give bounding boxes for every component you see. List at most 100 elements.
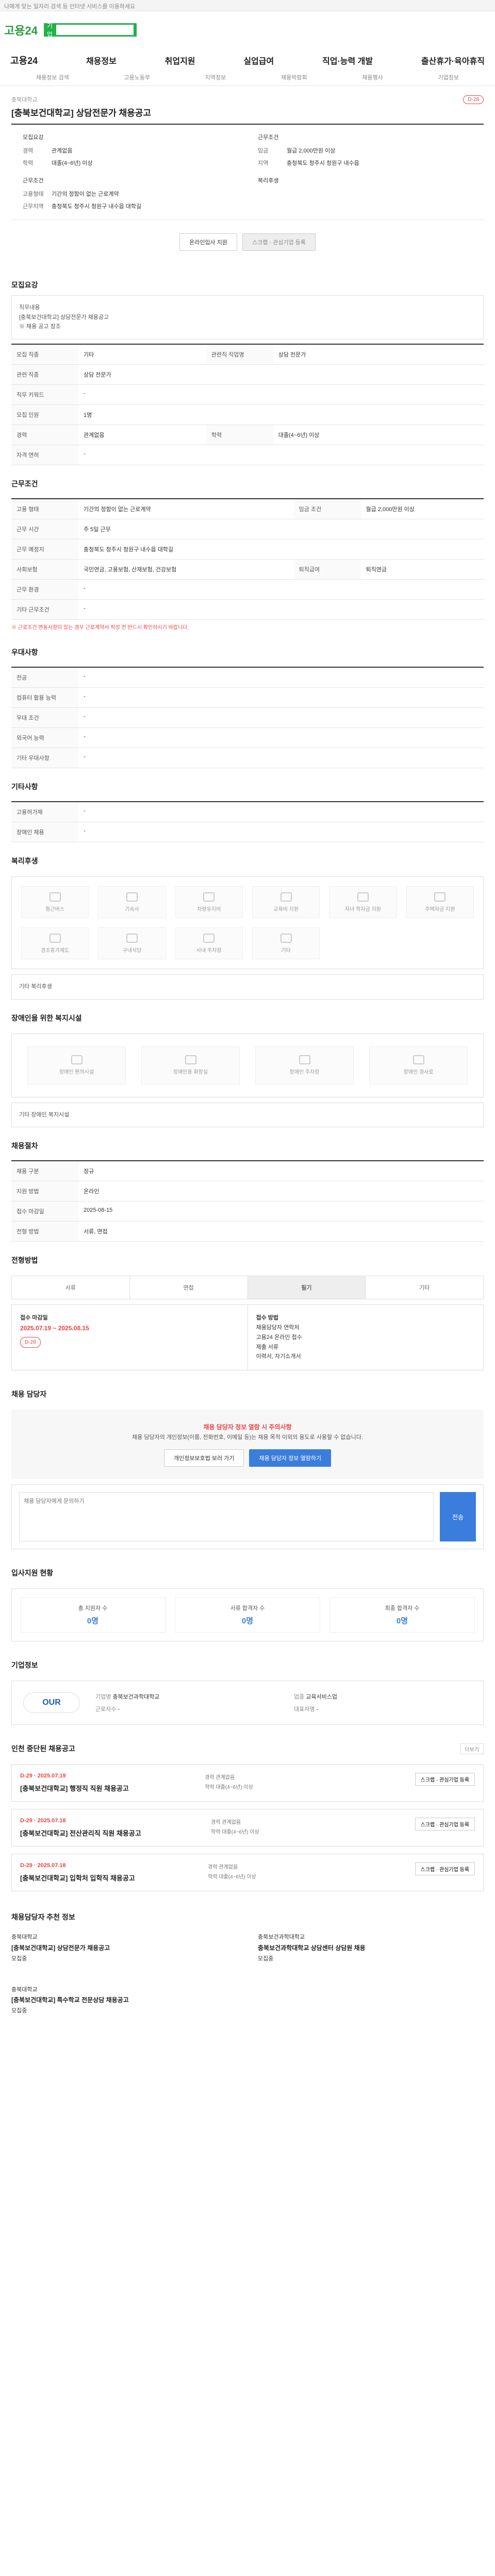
section-title-etc: 기타사항 [11, 783, 38, 791]
subnav-item[interactable]: 지역정보 [205, 73, 226, 81]
summary-value: 충청북도 청주시 청원구 내수읍 대학길 [52, 204, 142, 210]
recommend-item[interactable]: 충북보건과학대학교 충북보건과학대학교 상담센터 상담원 채용 모집중 [258, 1933, 484, 1964]
related-job-card[interactable]: D-29 · 2025.07.19 [충북보건대학교] 행정직 직원 채용공고 경력… [11, 1764, 484, 1802]
table-value: 상담 전문가 [273, 344, 484, 365]
company-value: - [118, 1706, 120, 1713]
process-steps: 서류 면접 필기 기타 [11, 1276, 484, 1300]
subnav-item[interactable]: 고용노동부 [124, 73, 150, 81]
job-title[interactable]: [충북보건대학교] 전산관리직 직원 채용공고 [20, 1828, 141, 1838]
benefit-icon [49, 892, 61, 902]
job-meta: 경력 관계없음 학력 대졸(4~6년) 이상 [205, 1773, 339, 1793]
recruit-line: ※ 채용 공고 참조 [19, 324, 61, 330]
gnb-item[interactable]: 출산휴가·육아휴직 [421, 54, 485, 66]
applicant-stats: 총 지원자 수 0명 서류 합격자 수 0명 최종 합격자 수 0명 [11, 1588, 484, 1642]
company-value: 교육서비스업 [306, 1694, 338, 1701]
table-value: 월급 2,000만원 이상 [360, 499, 484, 520]
table-row: 우대 조건 - [11, 707, 484, 728]
search-input[interactable] [56, 25, 134, 35]
benefit-item: 구내식당 [98, 927, 166, 960]
gnb-item[interactable]: 직업·능력 개발 [322, 54, 373, 66]
table-key: 근무 예정지 [11, 539, 78, 560]
subnav-item[interactable]: 채용박람회 [281, 73, 307, 81]
table-row: 접수 마감일 2025-08-15 [11, 1201, 484, 1222]
related-job-card[interactable]: D-29 · 2025.07.18 [충북보건대학교] 입학처 입학직 채용공고 경… [11, 1854, 484, 1892]
process-step[interactable]: 면접 [130, 1276, 248, 1299]
benefit-icon-grid: 통근버스 기숙사 차량유지비 교육비 지원 자녀 학자금 지원 주택자금 지원 경조휴가제도… [11, 876, 484, 970]
table-key: 자격 면허 [11, 445, 78, 466]
subnav-item[interactable]: 기업정보 [438, 73, 458, 81]
job-title[interactable]: [충북보건대학교] 행정직 직원 채용공고 [20, 1783, 129, 1793]
benefit-item: 장애인 편의시설 [27, 1046, 126, 1084]
table-value: - [78, 579, 484, 600]
table-row: 모집 직종 기타 관련직 직업명 상담 전문가 [11, 344, 484, 365]
table-key: 관련직 직업명 [206, 344, 273, 365]
disability-icon-grid: 장애인 편의시설 장애인용 화장실 장애인 주차장 장애인 경사로 [11, 1033, 484, 1097]
benefit-label: 경조휴가제도 [41, 947, 70, 954]
table-key: 학력 [206, 425, 273, 446]
site-logo[interactable]: 고용24 [4, 22, 38, 38]
related-job-card[interactable]: D-29 · 2025.07.18 [충북보건대학교] 전산관리직 직원 채용공고… [11, 1809, 484, 1847]
section-title-benefits: 복리후생 [11, 857, 38, 866]
conditions-table: 고용 형태 기간의 정함이 없는 근로계약 임금 조건 월급 2,000만원 이상 근무… [11, 498, 484, 620]
search-category[interactable]: 기업 [47, 21, 53, 39]
summary-head: 근무조건 [258, 134, 279, 141]
qa-input[interactable] [19, 1492, 434, 1542]
stat-card: 최종 합격자 수 0명 [329, 1597, 475, 1633]
table-key: 관련 직종 [11, 364, 78, 385]
scrap-button[interactable]: 스크랩 · 관심기업 등록 [415, 1773, 475, 1786]
gnb-item[interactable]: 채용정보 [86, 54, 117, 66]
process-step[interactable]: 기타 [366, 1276, 483, 1299]
gnb-brand[interactable]: 고용24 [10, 54, 38, 67]
recommend-item[interactable]: 충북대학교 [충북보건대학교] 특수학교 전문상담 채용공고 모집중 [11, 1985, 237, 2016]
scrap-button[interactable]: 스크랩 · 관심기업 등록 [242, 233, 316, 251]
summary-recruit: 모집요강 경력 관계없음 학력 대졸(4~6년) 이상 근무조건 고용형태 기간의 정… [23, 133, 237, 214]
stat-value: 0명 [87, 1617, 99, 1626]
table-row: 경력 관계없음 학력 대졸(4~6년) 이상 [11, 425, 484, 446]
benefit-icon [280, 892, 292, 902]
table-value: - [78, 599, 484, 620]
more-button[interactable]: 더보기 [460, 1743, 484, 1755]
warning-buttons: 개인정보보호법 보러 가기 채용 담당자 정보 열람하기 [24, 1449, 471, 1467]
privacy-law-button[interactable]: 개인정보보호법 보러 가기 [164, 1449, 244, 1467]
summary-key: 고용형태 [23, 191, 44, 197]
benefit-item: 기타 [252, 927, 320, 960]
gnb-item[interactable]: 취업지원 [165, 54, 195, 66]
company-grid: 기업명 충북보건과학대학교 업종 교육서비스업 근로자수 - 대표자명 - [95, 1692, 472, 1713]
view-contact-button[interactable]: 채용 담당자 정보 열람하기 [249, 1449, 331, 1467]
summary-head: 복리후생 [258, 178, 279, 184]
qa-send-button[interactable]: 전송 [440, 1492, 476, 1542]
benefit-label: 자녀 학자금 지원 [345, 906, 381, 912]
table-key: 전형 방법 [11, 1221, 78, 1242]
table-value: 대졸(4~6년) 이상 [273, 425, 484, 446]
benefit-label: 차량유지비 [197, 906, 221, 912]
benefit-icon [49, 933, 61, 943]
benefit-item: 주택자금 지원 [406, 886, 474, 919]
benefit-icon [185, 1055, 196, 1065]
subnav-item[interactable]: 채용정보 검색 [36, 73, 69, 81]
apply-button[interactable]: 온라인입사 지원 [179, 233, 237, 251]
benefit-item: 경조휴가제도 [21, 927, 89, 960]
table-key: 퇴직급여 [293, 559, 361, 580]
recommend-title[interactable]: 충북보건과학대학교 상담센터 상담원 채용 [258, 1944, 366, 1952]
job-main: D-29 · 2025.07.18 [충북보건대학교] 입학처 입학직 채용공고 [20, 1862, 135, 1883]
scrap-button[interactable]: 스크랩 · 관심기업 등록 [415, 1862, 475, 1876]
recommend-title[interactable]: [충북보건대학교] 특수학교 전문상담 채용공고 [11, 1996, 129, 2004]
benefit-item: 교육비 지원 [252, 886, 320, 919]
company-key: 대표자명 [294, 1706, 315, 1713]
table-value: - [78, 445, 484, 466]
job-org[interactable]: 충북대학교 [11, 95, 151, 104]
recommend-title[interactable]: [충북보건대학교] 상담전문가 채용공고 [11, 1944, 110, 1952]
recommend-item[interactable]: 충북대학교 [충북보건대학교] 상담전문가 채용공고 모집중 [11, 1933, 237, 1964]
table-value: - [78, 667, 484, 688]
benefit-label: 기숙사 [125, 906, 139, 912]
gnb-item[interactable]: 실업급여 [243, 54, 274, 66]
subnav-item[interactable]: 채용행사 [362, 73, 383, 81]
process-step[interactable]: 필기 [248, 1276, 366, 1299]
company-info: OUR 기업명 충북보건과학대학교 업종 교육서비스업 근로자수 - 대표자명 … [11, 1681, 484, 1725]
process-step[interactable]: 서류 [12, 1276, 130, 1299]
table-key: 장애인 채용 [11, 822, 78, 843]
job-title[interactable]: [충북보건대학교] 입학처 입학직 채용공고 [20, 1873, 135, 1883]
job-deadline: D-29 · 2025.07.18 [20, 1818, 66, 1824]
scrap-button[interactable]: 스크랩 · 관심기업 등록 [415, 1818, 475, 1831]
table-key: 기타 우대사항 [11, 748, 78, 769]
